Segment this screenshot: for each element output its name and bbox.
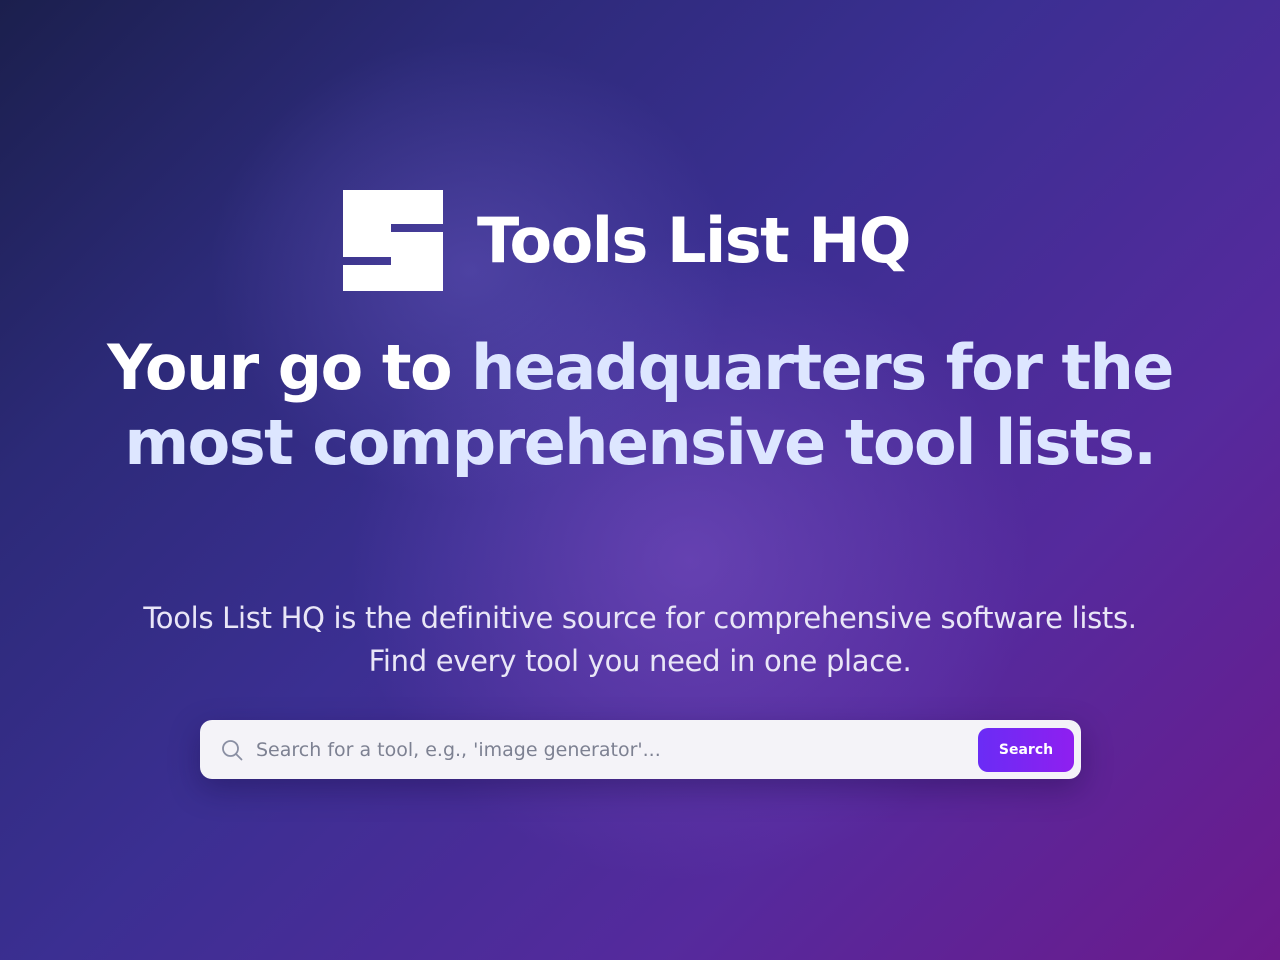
brand-name: Tools List HQ xyxy=(477,203,911,277)
stepped-square-logo-icon xyxy=(343,190,443,291)
search-button[interactable]: Search xyxy=(978,727,1074,772)
brand-header: Tools List HQ xyxy=(343,190,911,291)
hero-subtitle: Tools List HQ is the definitive source f… xyxy=(143,601,1137,678)
search-bar: Search xyxy=(200,720,1081,779)
headline-part-primary: Your go to xyxy=(107,331,472,404)
search-icon xyxy=(222,739,243,760)
search-input[interactable] xyxy=(256,729,978,770)
hero-section: Tools List HQ Your go to headquarters fo… xyxy=(0,0,1280,960)
hero-headline: Your go to headquarters for the most com… xyxy=(90,330,1190,480)
